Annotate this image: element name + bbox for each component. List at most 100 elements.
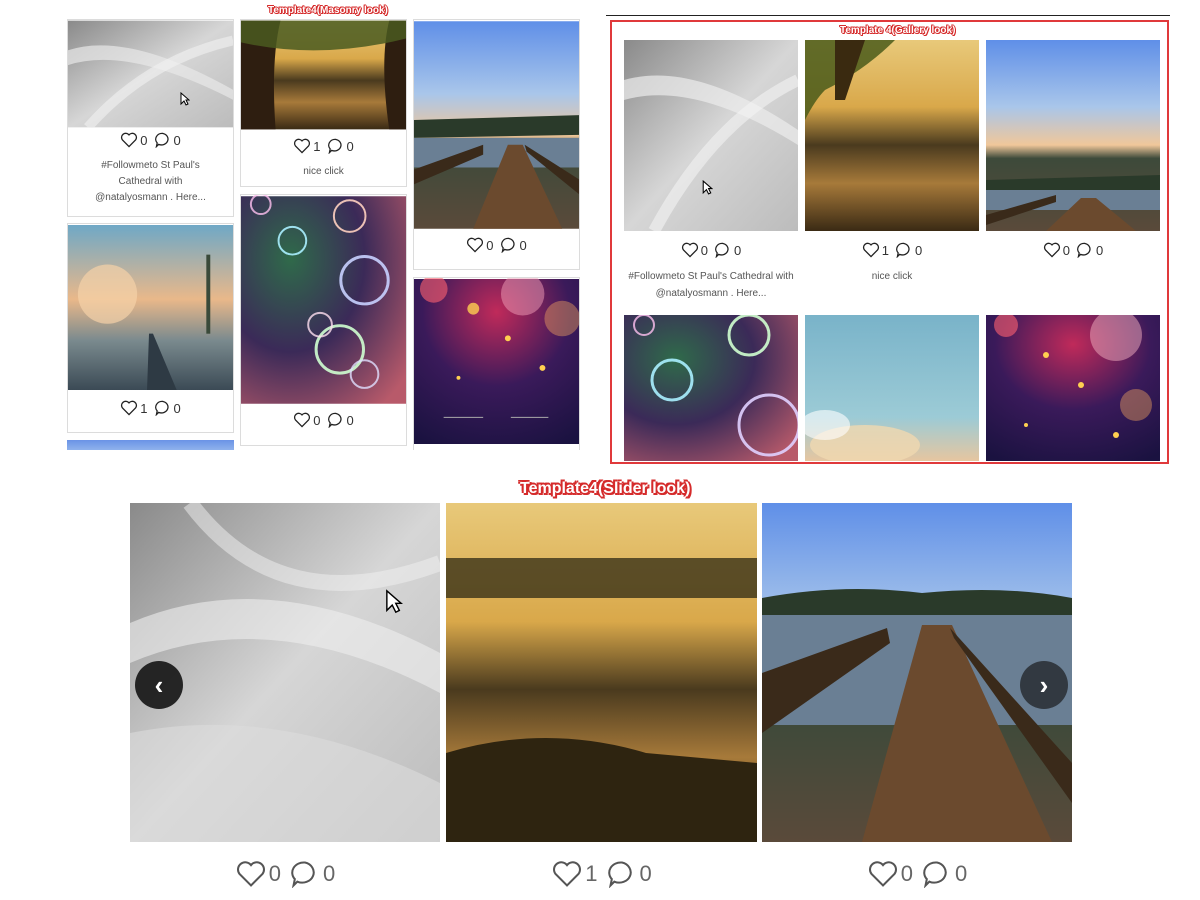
post-image[interactable] (68, 20, 233, 128)
comment-icon (896, 242, 910, 258)
post-stats: 0 0 (624, 242, 798, 258)
gallery-tile[interactable] (624, 315, 798, 461)
like-button[interactable]: 0 (235, 860, 281, 888)
post-stats: 0 0 (130, 860, 440, 888)
masonry-label: Template4(Masonry look) (268, 5, 388, 16)
post-stats: 1 0 (805, 242, 979, 258)
post-image[interactable] (241, 195, 406, 405)
gallery-divider (606, 15, 1170, 16)
comment-button[interactable]: 0 (500, 237, 527, 253)
comment-button[interactable]: 0 (327, 412, 354, 428)
mouse-pointer-icon (702, 180, 713, 195)
post-caption: nice click (871, 271, 913, 282)
caption-line: Cathedral with (118, 176, 183, 187)
post-image (805, 315, 979, 461)
like-button[interactable]: 0 (293, 412, 321, 428)
post-image[interactable] (414, 20, 579, 230)
comment-button[interactable]: 0 (327, 138, 354, 154)
post-caption: nice click (303, 166, 344, 177)
slider-slide[interactable] (446, 503, 757, 842)
like-button[interactable]: 0 (466, 237, 494, 253)
comment-count: 0 (519, 237, 527, 253)
masonry-card[interactable]: 0 0 (413, 19, 580, 270)
like-count: 0 (1062, 242, 1070, 258)
post-image (446, 503, 757, 842)
mouse-pointer-icon (180, 92, 190, 106)
post-image (986, 40, 1160, 231)
heart-icon (121, 400, 138, 416)
comment-count: 0 (173, 132, 181, 148)
heart-icon (236, 861, 265, 887)
post-stats: 1 0 (446, 860, 757, 888)
masonry-card[interactable]: 0 0 #Followmeto St Paul's Cathedral with… (67, 19, 234, 217)
gallery-tile[interactable] (986, 315, 1160, 461)
comment-button[interactable]: 0 (921, 860, 967, 888)
comment-count: 0 (323, 861, 336, 886)
like-count: 0 (700, 242, 708, 258)
like-button[interactable]: 1 (862, 242, 889, 258)
like-button[interactable]: 1 (293, 138, 321, 154)
comment-button[interactable]: 0 (714, 242, 741, 258)
post-stats: 0 0 (762, 860, 1072, 888)
comment-icon (500, 237, 515, 253)
post-image (624, 40, 798, 231)
comment-icon (923, 861, 947, 888)
comment-button[interactable]: 0 (895, 242, 922, 258)
post-image (986, 315, 1160, 461)
like-button[interactable]: 0 (120, 132, 148, 148)
slider-next-button[interactable]: › (1020, 661, 1068, 709)
comment-count: 0 (639, 861, 652, 886)
like-count: 0 (486, 237, 494, 253)
heart-icon (294, 412, 311, 428)
caption-line: @natalyosmann . Here... (95, 192, 206, 203)
comment-count: 0 (734, 242, 742, 258)
comment-button[interactable]: 0 (1076, 242, 1103, 258)
heart-icon (294, 138, 311, 154)
masonry-card-partial (67, 440, 234, 450)
comment-count: 0 (955, 861, 968, 886)
like-button[interactable]: 1 (120, 400, 148, 416)
comment-icon (607, 861, 632, 888)
heart-icon (553, 861, 582, 887)
post-stats: 0 0 (986, 242, 1160, 258)
comment-count: 0 (346, 412, 354, 428)
heart-icon (121, 132, 138, 148)
comment-count: 0 (173, 400, 181, 416)
like-count: 1 (140, 400, 148, 416)
masonry-card[interactable] (413, 277, 580, 450)
like-button[interactable]: 0 (1043, 242, 1070, 258)
post-stats: 0 0 (68, 132, 233, 148)
gallery-tile[interactable] (986, 40, 1160, 231)
post-image[interactable] (68, 224, 233, 391)
comment-button[interactable]: 0 (154, 400, 181, 416)
like-button[interactable]: 0 (867, 860, 913, 888)
gallery-tile[interactable] (805, 40, 979, 231)
masonry-card[interactable]: 1 0 nice click (240, 19, 407, 187)
slider-prev-button[interactable]: ‹ (135, 661, 183, 709)
caption-line: #Followmeto St Paul's (101, 160, 200, 171)
comment-count: 0 (1096, 242, 1104, 258)
comment-button[interactable]: 0 (606, 860, 652, 888)
masonry-card[interactable]: 1 0 (67, 223, 234, 433)
like-count: 1 (585, 861, 598, 886)
gallery-tile[interactable] (624, 40, 798, 231)
like-button[interactable]: 1 (551, 860, 598, 888)
post-stats: 0 0 (414, 237, 579, 253)
masonry-card[interactable]: 0 0 (240, 194, 407, 446)
like-button[interactable]: 0 (681, 242, 708, 258)
comment-count: 0 (915, 242, 923, 258)
heart-icon (862, 242, 879, 258)
comment-icon (154, 132, 169, 148)
comment-button[interactable]: 0 (289, 860, 335, 888)
caption-line: @natalyosmann . Here... (655, 288, 767, 299)
like-count: 1 (313, 138, 321, 154)
post-image[interactable] (241, 20, 406, 130)
comment-icon (327, 412, 342, 428)
mouse-pointer-icon (386, 589, 403, 614)
gallery-label: Template 4(Gallery look) (840, 25, 956, 36)
post-image[interactable] (414, 278, 579, 445)
like-count: 0 (268, 861, 281, 886)
gallery-tile[interactable] (805, 315, 979, 461)
like-count: 0 (140, 132, 148, 148)
comment-button[interactable]: 0 (154, 132, 181, 148)
